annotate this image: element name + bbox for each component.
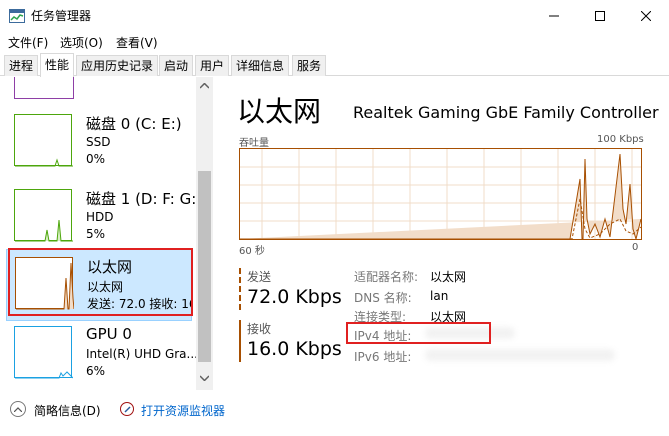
send-label: 发送 (247, 270, 272, 284)
graph-time-span: 60 秒 (239, 246, 265, 257)
adapter-name: Realtek Gaming GbE Family Controller (353, 103, 659, 122)
minimize-icon (549, 15, 559, 16)
resource-gpu0[interactable]: GPU 0 Intel(R) UHD Gra... 6% (6, 319, 198, 390)
receive-label: 接收 (247, 322, 272, 336)
prop-dns-label: DNS 名称: (354, 291, 412, 305)
gpu-thumbnail (14, 326, 74, 379)
send-value: 72.0 Kbps (247, 286, 342, 308)
resource-title: 磁盘 0 (C: E:) (86, 115, 182, 133)
scroll-thumb[interactable] (198, 171, 211, 362)
menu-bar: 文件(F) 选项(O) 查看(V) (0, 31, 669, 52)
tab-bar: 进程 性能 应用历史记录 启动 用户 详细信息 服务 (0, 52, 669, 77)
receive-indicator (239, 320, 241, 362)
resource-list: 磁盘 0 (C: E:) SSD 0% 磁盘 1 (D: F: G: HDD 5… (0, 77, 213, 390)
resource-usage: 5% (86, 227, 106, 241)
ipv6-redaction (425, 349, 615, 361)
resource-disk1[interactable]: 磁盘 1 (D: F: G: HDD 5% (6, 182, 196, 254)
tab-users[interactable]: 用户 (195, 55, 230, 76)
graph-label: 吞吐量 (239, 138, 269, 149)
resource-type: Intel(R) UHD Gra... (86, 347, 198, 361)
graph-max: 100 Kbps (597, 134, 644, 145)
ethernet-highlight-box (8, 248, 193, 316)
menu-file[interactable]: 文件(F) (8, 34, 48, 51)
resource-title: 磁盘 1 (D: F: G: (86, 190, 197, 208)
open-resource-monitor-link[interactable]: 打开资源监视器 (141, 402, 225, 419)
minimize-button[interactable] (531, 0, 577, 31)
close-button[interactable] (623, 0, 669, 31)
scroll-down-icon (200, 375, 209, 381)
tab-details[interactable]: 详细信息 (231, 55, 290, 76)
resource-usage: 0% (86, 152, 106, 166)
footer: 简略信息(D) 打开资源监视器 (0, 390, 669, 436)
disk1-thumbnail (14, 189, 73, 242)
resource-type: SSD (86, 135, 111, 149)
throughput-graph (239, 148, 642, 241)
throughput-chart (240, 149, 642, 241)
send-indicator (239, 268, 241, 310)
title-bar: 任务管理器 (0, 0, 669, 31)
resource-monitor-icon (120, 402, 134, 416)
menu-view[interactable]: 查看(V) (116, 34, 158, 51)
close-icon (641, 10, 651, 21)
ipv4-highlight-box (346, 322, 491, 344)
resource-title: GPU 0 (86, 325, 132, 343)
resource-type: HDD (86, 210, 114, 224)
page-title: 以太网 (237, 95, 322, 128)
menu-options[interactable]: 选项(O) (60, 34, 103, 51)
receive-value: 16.0 Kbps (247, 338, 342, 360)
resource-disk0[interactable]: 磁盘 0 (C: E:) SSD 0% (6, 107, 192, 179)
tab-app-history[interactable]: 应用历史记录 (76, 55, 159, 76)
memory-thumbnail[interactable] (14, 77, 74, 99)
disk0-thumbnail (14, 114, 73, 167)
window-title: 任务管理器 (31, 9, 92, 23)
tab-processes[interactable]: 进程 (4, 55, 39, 76)
maximize-icon (595, 10, 605, 21)
tab-performance[interactable]: 性能 (40, 53, 75, 77)
scroll-up-icon (200, 83, 209, 89)
resource-scrollbar[interactable] (196, 77, 213, 390)
prop-ipv6-label: IPv6 地址: (354, 350, 412, 364)
prop-adapter-name-label: 适配器名称: (354, 270, 419, 284)
prop-dns-value: lan (430, 289, 449, 303)
maximize-button[interactable] (577, 0, 623, 31)
collapse-icon[interactable] (10, 401, 26, 417)
tab-startup[interactable]: 启动 (159, 55, 194, 76)
prop-adapter-name-value: 以太网 (430, 270, 467, 284)
resource-usage: 6% (86, 364, 106, 378)
graph-min: 0 (632, 242, 639, 253)
task-manager-icon (9, 8, 25, 23)
tab-services[interactable]: 服务 (292, 55, 327, 76)
brief-info-link[interactable]: 简略信息(D) (34, 402, 101, 419)
